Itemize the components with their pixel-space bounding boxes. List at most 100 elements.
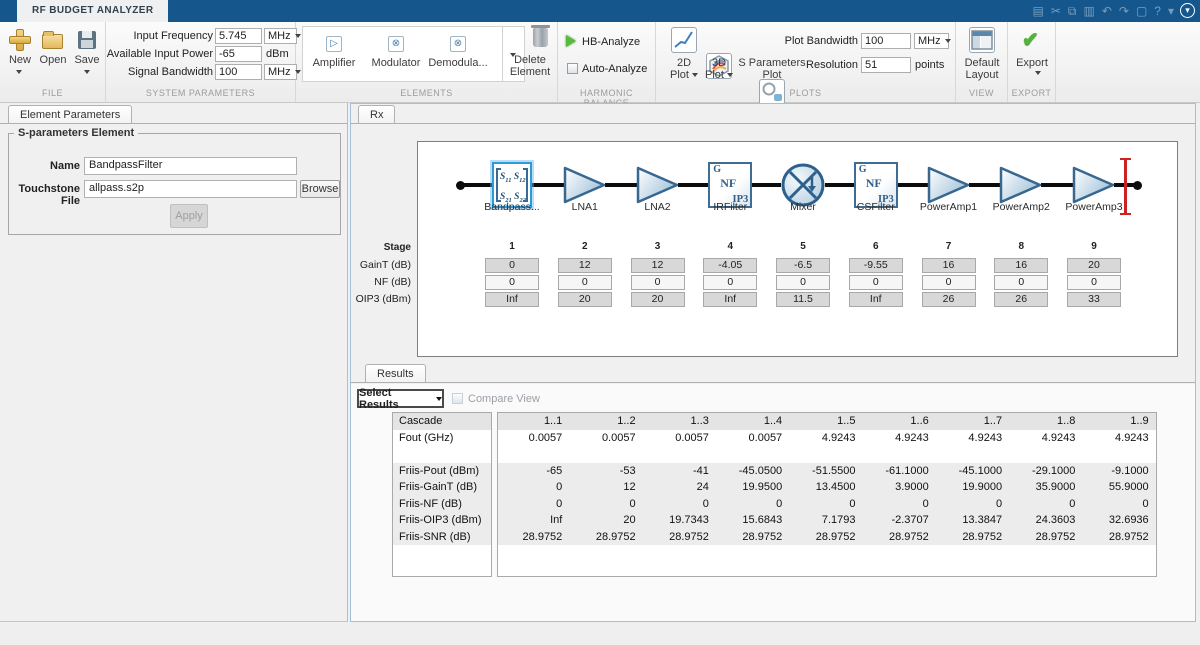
nf-value-field[interactable]: 0 [485, 275, 539, 290]
tabline [350, 382, 1196, 383]
nf-value-field[interactable]: 0 [631, 275, 685, 290]
gain-value-field[interactable]: 16 [922, 258, 976, 273]
signal-line [898, 183, 929, 187]
result-value: 20 [571, 512, 644, 529]
result-value [498, 446, 571, 463]
gain-value-field[interactable]: 0 [485, 258, 539, 273]
oip3-value-field[interactable]: 26 [922, 292, 976, 307]
oip3-value-field[interactable]: Inf [703, 292, 757, 307]
result-value: -53 [571, 463, 644, 480]
nf-row-label: NF (dB) [300, 276, 411, 288]
result-value: 19.7343 [645, 512, 718, 529]
result-value: 4.9243 [938, 430, 1011, 447]
result-value: -9.1000 [1084, 463, 1157, 480]
result-value: 0.0057 [645, 430, 718, 447]
oip3-value-field[interactable]: 11.5 [776, 292, 830, 307]
oip3-value-field[interactable]: 20 [631, 292, 685, 307]
result-value: -45.0500 [718, 463, 791, 480]
oip3-row-label: OIP3 (dBm) [300, 293, 411, 305]
gain-letter: G [859, 164, 867, 175]
result-value [645, 446, 718, 463]
result-value: -65 [498, 463, 571, 480]
element-amplifier[interactable] [635, 164, 681, 206]
results-row-label [393, 446, 491, 463]
result-value [938, 446, 1011, 463]
matrix-bracket [523, 168, 528, 202]
column-header: 1..1 [498, 413, 571, 430]
nf-value-field[interactable]: 0 [703, 275, 757, 290]
nf-value-field[interactable]: 0 [849, 275, 903, 290]
results-row [498, 446, 1156, 463]
oip3-value-field[interactable]: 20 [558, 292, 612, 307]
oip3-value-field[interactable]: 26 [994, 292, 1048, 307]
dropdown-arrow-icon [436, 397, 442, 401]
result-value: 24 [645, 479, 718, 496]
element-amplifier[interactable] [926, 164, 972, 206]
oip3-value-field[interactable]: Inf [485, 292, 539, 307]
nf-value-field[interactable]: 0 [994, 275, 1048, 290]
gain-value-field[interactable]: -9.55 [849, 258, 903, 273]
column-header: 1..6 [864, 413, 937, 430]
result-value: -2.3707 [864, 512, 937, 529]
result-value: 4.9243 [864, 430, 937, 447]
element-amplifier[interactable] [1071, 164, 1117, 206]
nf-value-field[interactable]: 0 [558, 275, 612, 290]
results-row-label: Friis-SNR (dB) [393, 529, 491, 546]
result-value: 0.0057 [571, 430, 644, 447]
results-row-label: Fout (GHz) [393, 430, 491, 447]
results-row: Inf2019.734315.68437.1793-2.370713.38472… [498, 512, 1156, 529]
results-corner-cell: Cascade [393, 413, 491, 430]
result-value: 28.9752 [498, 529, 571, 546]
nf-value-field[interactable]: 0 [922, 275, 976, 290]
result-value: 13.4500 [791, 479, 864, 496]
element-amplifier[interactable] [562, 164, 608, 206]
result-value: 32.6936 [1084, 512, 1157, 529]
results-row-label: Friis-NF (dB) [393, 496, 491, 513]
results-label-column: CascadeFout (GHz)Friis-Pout (dBm)Friis-G… [392, 412, 492, 577]
result-value: 0 [571, 496, 644, 513]
result-value: -61.1000 [864, 463, 937, 480]
signal-line [678, 183, 709, 187]
results-row-label: Friis-OIP3 (dBm) [393, 512, 491, 529]
result-value [791, 446, 864, 463]
signal-line [969, 183, 1002, 187]
result-value: 28.9752 [791, 529, 864, 546]
result-value [718, 446, 791, 463]
terminator-marker [1120, 158, 1131, 215]
gain-value-field[interactable]: -6.5 [776, 258, 830, 273]
signal-line [605, 183, 638, 187]
result-value: 15.6843 [718, 512, 791, 529]
gain-value-field[interactable]: 20 [1067, 258, 1121, 273]
compare-view-checkbox[interactable] [452, 393, 463, 404]
result-value: 0 [1011, 496, 1084, 513]
element-amplifier[interactable] [998, 164, 1044, 206]
column-header: 1..2 [571, 413, 644, 430]
tab-results[interactable]: Results [365, 364, 426, 383]
results-header-row: 1..11..21..31..41..51..61..71..81..9 [498, 413, 1156, 430]
results-row-label: Friis-GainT (dB) [393, 479, 491, 496]
result-value: 3.9000 [864, 479, 937, 496]
result-value: 12 [571, 479, 644, 496]
stage-number: 4 [703, 241, 757, 252]
signal-line [532, 183, 565, 187]
gain-value-field[interactable]: 12 [558, 258, 612, 273]
result-value: 28.9752 [1011, 529, 1084, 546]
gain-value-field[interactable]: 12 [631, 258, 685, 273]
result-value: 0 [791, 496, 864, 513]
nf-value-field[interactable]: 0 [1067, 275, 1121, 290]
results-row: 0122419.950013.45003.900019.900035.90005… [498, 479, 1156, 496]
stage-row-label: Stage [300, 242, 411, 253]
stage-number: 1 [485, 241, 539, 252]
gain-value-field[interactable]: 16 [994, 258, 1048, 273]
nf-value-field[interactable]: 0 [776, 275, 830, 290]
column-header: 1..5 [791, 413, 864, 430]
oip3-value-field[interactable]: 33 [1067, 292, 1121, 307]
oip3-value-field[interactable]: Inf [849, 292, 903, 307]
result-value: -29.1000 [1011, 463, 1084, 480]
gain-row-label: GainT (dB) [300, 259, 411, 271]
select-results-button[interactable]: Select Results [357, 389, 444, 408]
gain-value-field[interactable]: -4.05 [703, 258, 757, 273]
column-header: 1..8 [1011, 413, 1084, 430]
result-value: 28.9752 [1084, 529, 1157, 546]
nf-letter: NF [710, 176, 746, 191]
